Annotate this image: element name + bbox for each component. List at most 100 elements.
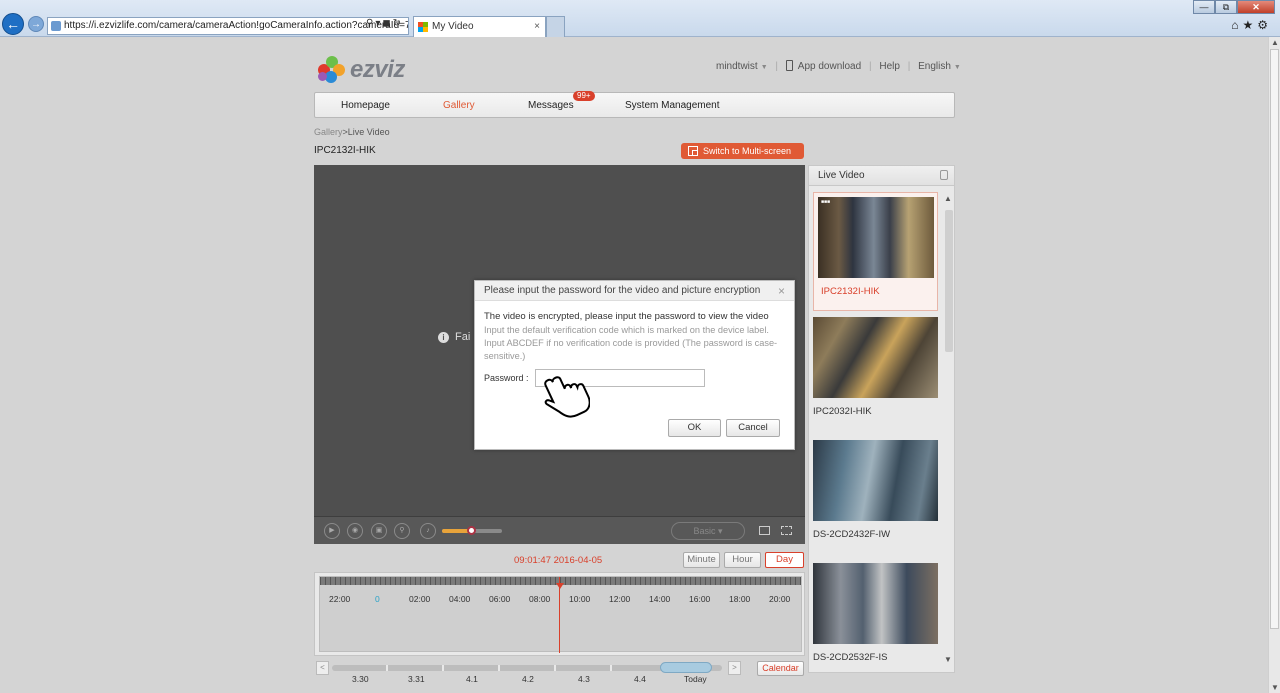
date-prev-button[interactable]: < xyxy=(316,661,329,675)
tab-favicon-icon xyxy=(418,22,428,32)
tab-close-icon[interactable]: × xyxy=(534,17,540,37)
timeline-hour-label: 18:00 xyxy=(729,594,751,604)
timeline-hour-label: 10:00 xyxy=(569,594,591,604)
zoom-icon[interactable]: ⚲ xyxy=(394,523,410,539)
breadcrumb-current: Live Video xyxy=(347,127,390,137)
date-label: 4.1 xyxy=(466,674,478,684)
new-tab-button[interactable] xyxy=(546,16,565,37)
breadcrumb-gallery[interactable]: Gallery xyxy=(314,127,343,137)
logo-text: ezviz xyxy=(350,56,405,83)
forward-button[interactable]: → xyxy=(28,16,44,32)
date-label: 4.4 xyxy=(634,674,646,684)
timeline-hour-label: 02:00 xyxy=(409,594,431,604)
scroll-down-icon[interactable]: ▼ xyxy=(944,655,952,664)
nav-system-management[interactable]: System Management xyxy=(625,93,720,118)
date-segment[interactable] xyxy=(444,665,500,671)
calendar-button[interactable]: Calendar xyxy=(757,661,804,676)
ok-button[interactable]: OK xyxy=(668,419,721,437)
refresh-icon[interactable] xyxy=(940,170,948,180)
snapshot-icon[interactable]: ◉ xyxy=(347,523,363,539)
phone-icon xyxy=(785,60,793,71)
volume-icon[interactable]: ♪ xyxy=(420,523,436,539)
help-link[interactable]: Help xyxy=(879,61,900,72)
nav-gallery[interactable]: Gallery xyxy=(443,93,475,118)
window-close-button[interactable]: ✕ xyxy=(1237,0,1275,14)
address-bar[interactable]: https://i.ezvizlife.com/camera/cameraAct… xyxy=(47,17,409,35)
nav-messages[interactable]: Messages xyxy=(528,93,574,118)
timeline-hour-label: 20:00 xyxy=(769,594,791,604)
cancel-button[interactable]: Cancel xyxy=(726,419,780,437)
timeline-track[interactable]: 22:00 0 02:00 04:00 06:00 08:00 10:00 12… xyxy=(319,576,802,653)
mode-minute-button[interactable]: Minute xyxy=(683,552,720,568)
nav-homepage[interactable]: Homepage xyxy=(341,93,390,118)
minimize-button[interactable]: — xyxy=(1193,0,1215,14)
password-label: Password : xyxy=(484,373,529,383)
timeline-playhead[interactable] xyxy=(556,577,564,653)
hand-cursor-icon xyxy=(544,376,590,418)
address-tools[interactable]: ⚲▾◼↻ xyxy=(366,18,403,29)
play-icon[interactable]: ▶ xyxy=(324,523,340,539)
user-menu[interactable]: mindtwist ▼ xyxy=(716,61,768,72)
quality-select[interactable]: Basic ▾ xyxy=(671,522,745,540)
divider: | xyxy=(868,61,872,72)
camera-name: DS-2CD2432F-IW xyxy=(813,529,891,540)
dialog-hint: Input the default verification code whic… xyxy=(484,325,778,361)
video-status: i Fai xyxy=(438,331,470,343)
scroll-up-icon[interactable]: ▲ xyxy=(1271,38,1279,47)
page-title: IPC2132I-HIK xyxy=(314,145,376,156)
video-fail-text: Fai xyxy=(455,331,471,343)
camera-thumbnail xyxy=(813,563,938,644)
mode-hour-button[interactable]: Hour xyxy=(724,552,761,568)
app-download-link[interactable]: App download xyxy=(785,60,862,72)
live-panel-scrollbar[interactable]: ▲ ▼ xyxy=(944,194,953,664)
divider: | xyxy=(775,61,779,72)
camera-card[interactable]: ■■■ IPC2132I-HIK xyxy=(813,192,938,311)
app-download-label: App download xyxy=(797,61,862,72)
back-button[interactable]: ← xyxy=(2,13,24,35)
browser-tab[interactable]: My Video × xyxy=(413,16,546,37)
camera-card[interactable]: DS-2CD2432F-IW xyxy=(813,440,938,559)
timeline-hour-label: 22:00 xyxy=(329,594,351,604)
date-bar: < > 3.30 3.31 4.1 4.2 4.3 4.4 Today xyxy=(314,660,744,684)
close-icon[interactable]: × xyxy=(778,284,785,298)
date-label: 3.31 xyxy=(408,674,425,684)
chevron-down-icon: ▼ xyxy=(953,64,961,71)
date-segment[interactable] xyxy=(500,665,556,671)
volume-handle[interactable] xyxy=(467,526,476,535)
timeline[interactable]: 22:00 0 02:00 04:00 06:00 08:00 10:00 12… xyxy=(314,572,805,656)
scrollbar-thumb[interactable] xyxy=(945,210,953,352)
date-segment[interactable] xyxy=(332,665,388,671)
date-next-button[interactable]: > xyxy=(728,661,741,675)
volume-slider[interactable] xyxy=(442,526,502,535)
fullscreen-icon[interactable] xyxy=(781,526,792,535)
multiscreen-icon xyxy=(688,146,698,156)
mode-day-button[interactable]: Day xyxy=(765,552,804,568)
browser-toolbar-icons[interactable]: ⌂★⚙ xyxy=(1231,18,1272,32)
camera-thumbnail xyxy=(813,440,938,521)
date-label: 3.30 xyxy=(352,674,369,684)
language-label: English xyxy=(918,61,951,72)
ezviz-logo[interactable]: ezviz xyxy=(318,54,405,86)
camera-card[interactable]: IPC2032I-HIK xyxy=(813,317,938,436)
date-segment[interactable] xyxy=(388,665,444,671)
maximize-button[interactable]: ⧉ xyxy=(1215,0,1237,14)
switch-multiscreen-button[interactable]: Switch to Multi-screen xyxy=(681,143,804,159)
scroll-up-icon[interactable]: ▲ xyxy=(944,194,952,203)
folder-icon[interactable] xyxy=(759,526,770,535)
camera-name: DS-2CD2532F-IS xyxy=(813,652,888,663)
language-menu[interactable]: English ▼ xyxy=(918,61,961,72)
record-icon[interactable]: ▣ xyxy=(371,523,387,539)
camera-card[interactable]: DS-2CD2532F-IS xyxy=(813,563,938,671)
scrollbar-thumb[interactable] xyxy=(1270,49,1279,629)
timeline-hour-label: 06:00 xyxy=(489,594,511,604)
timeline-hour-label: 16:00 xyxy=(689,594,711,604)
quality-value: Basic xyxy=(693,526,716,536)
today-segment[interactable] xyxy=(660,662,712,673)
live-video-panel: Live Video ▲ ▼ ■■■ IPC2132I-HIK IPC2032I… xyxy=(808,165,955,673)
date-segment[interactable] xyxy=(556,665,612,671)
playback-timestamp: 09:01:47 2016-04-05 xyxy=(514,555,603,566)
page-scrollbar[interactable]: ▲ ▼ xyxy=(1268,37,1280,693)
player-controls: ▶ ◉ ▣ ⚲ ♪ Basic ▾ xyxy=(314,516,805,544)
scroll-down-icon[interactable]: ▼ xyxy=(1271,683,1279,692)
date-track[interactable] xyxy=(332,662,722,673)
